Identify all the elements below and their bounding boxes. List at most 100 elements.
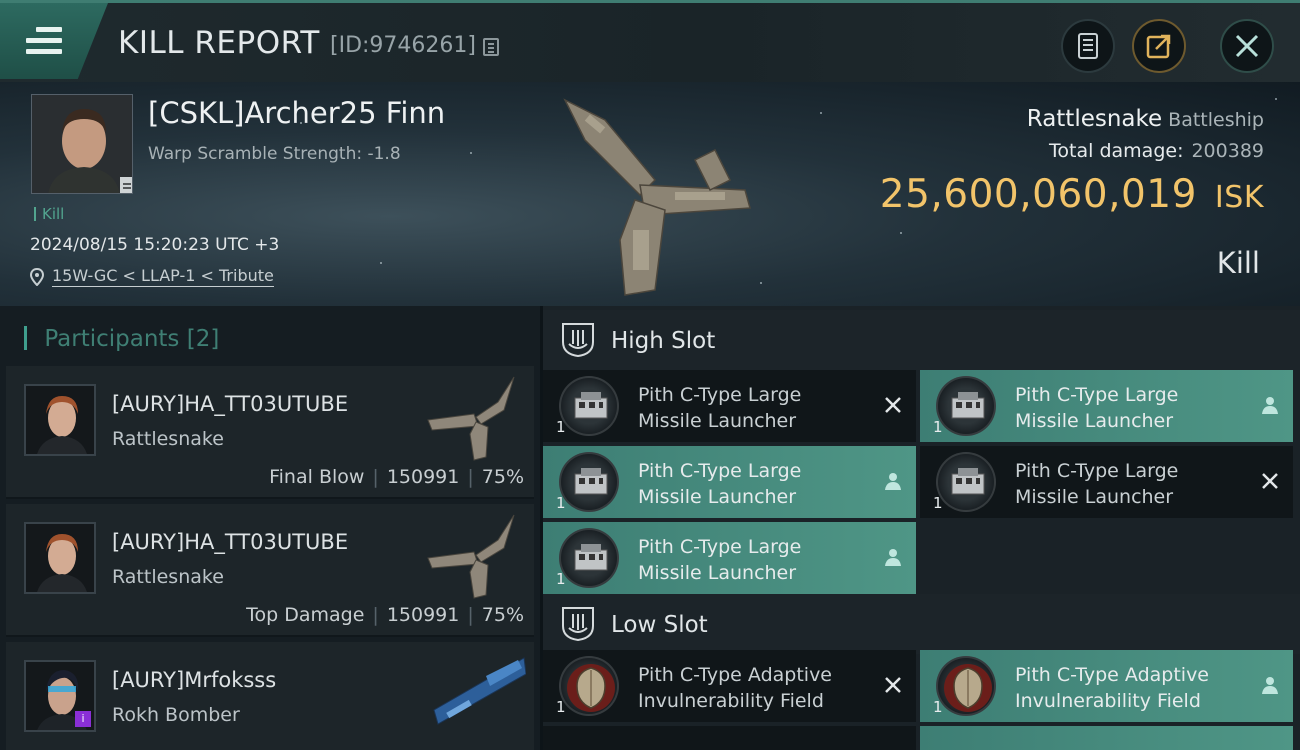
share-button[interactable] (1132, 19, 1186, 73)
isk-value: 25,600,060,019 ISK (880, 172, 1264, 217)
share-icon (1146, 34, 1171, 59)
ship-class: Battleship (1168, 109, 1264, 131)
participants-label: Participants (44, 326, 180, 352)
participants-count: [2] (186, 326, 220, 352)
launcher-icon (559, 528, 619, 588)
ship-name: Rattlesnake (1026, 106, 1163, 132)
page-title: KILL REPORT (118, 25, 320, 61)
isk-unit: ISK (1214, 180, 1264, 215)
module-item[interactable]: 1 Pith C-Type Large Missile Launcher (920, 370, 1293, 442)
location-link[interactable]: 15W-GC < LLAP-1 < Tribute (52, 266, 274, 287)
victim-portrait[interactable] (31, 94, 133, 194)
participant-damage: 150991 (386, 604, 460, 626)
victim-ship-image (563, 98, 751, 296)
module-quantity: 1 (556, 570, 566, 588)
report-id: [ID:9746261] (330, 33, 476, 58)
report-icon (1078, 33, 1098, 59)
victim-ship[interactable]: Rattlesnake Battleship (1027, 106, 1264, 132)
module-item[interactable]: 1 Pith C-Type Large Missile Launcher (543, 446, 916, 518)
module-name: Pith C-Type Large Missile Launcher (638, 384, 802, 432)
participant-ship: Rattlesnake (112, 428, 224, 450)
module-quantity: 1 (556, 494, 566, 512)
destroyed-x-icon (1262, 473, 1278, 489)
module-name: Pith C-Type Adaptive Invulnerability Fiel… (1015, 664, 1209, 712)
total-damage-label: Total damage: (1049, 140, 1184, 162)
participant-role: Final Blow (269, 466, 365, 488)
isk-amount: 25,600,060,019 (879, 172, 1197, 217)
launcher-icon (559, 376, 619, 436)
participant-avatar (24, 384, 96, 456)
fitting-panel: High Slot 1 Pith C-Type Large Missile Lau… (543, 306, 1300, 750)
close-icon (1235, 34, 1259, 58)
module-item[interactable]: 1 Pith C-Type Adaptive Invulnerability Fi… (920, 650, 1293, 722)
shield-slot-icon (562, 323, 594, 358)
participant-avatar (24, 522, 96, 594)
module-name: Pith C-Type Large Missile Launcher (638, 460, 802, 508)
dropped-person-icon (1262, 397, 1278, 414)
participant-name: [AURY]HA_TT03UTUBE (112, 392, 349, 416)
copy-icon[interactable] (483, 38, 499, 56)
module-name: Pith C-Type Adaptive Invulnerability Fiel… (638, 664, 832, 712)
participant-ship-image (427, 376, 515, 461)
participant-stats: Top Damage | 150991 | 75% (246, 604, 524, 626)
victim-name[interactable]: [CSKL]Archer25 Finn (148, 96, 445, 130)
participant-ship-image (427, 514, 515, 599)
invuln-field-icon (559, 656, 619, 716)
low-slot-title: Low Slot (611, 612, 708, 638)
participant-percent: 75% (481, 604, 524, 626)
module-quantity: 1 (933, 418, 943, 436)
participant-stats: Final Blow | 150991 | 75% (269, 466, 524, 488)
close-button[interactable] (1220, 19, 1274, 73)
launcher-icon (936, 452, 996, 512)
module-quantity: 1 (556, 418, 566, 436)
participants-panel: Participants [2] [AURY]HA_TT03UTUBE Ratt… (0, 306, 540, 750)
warp-scramble-strength: Warp Scramble Strength: -1.8 (148, 144, 401, 164)
shield-slot-icon (562, 607, 594, 642)
location-pin-icon (30, 267, 44, 286)
module-name: Pith C-Type Large Missile Launcher (1015, 460, 1179, 508)
dropped-person-icon (885, 473, 901, 490)
module-quantity: 1 (556, 698, 566, 716)
module-item[interactable]: 1 Pith C-Type Large Missile Launcher (543, 522, 916, 594)
participant-ship: Rattlesnake (112, 566, 224, 588)
destroyed-x-icon (885, 677, 901, 693)
kill-summary-panel: [CSKL]Archer25 Finn Warp Scramble Streng… (0, 82, 1300, 306)
participant-row[interactable]: i [AURY]Mrfoksss Rokh Bomber (6, 642, 534, 750)
invuln-field-icon (936, 656, 996, 716)
participant-row[interactable]: [AURY]HA_TT03UTUBE Rattlesnake Final Blo… (6, 366, 534, 499)
participant-ship: Rokh Bomber (112, 704, 240, 726)
launcher-icon (559, 452, 619, 512)
badge-icon: i (75, 711, 91, 727)
module-item-partial[interactable] (543, 726, 916, 750)
participants-header: Participants [2] (24, 326, 219, 352)
participant-avatar: i (24, 660, 96, 732)
module-item[interactable]: 1 Pith C-Type Adaptive Invulnerability Fi… (543, 650, 916, 722)
participant-role: Top Damage (246, 604, 365, 626)
module-quantity: 1 (933, 494, 943, 512)
participant-name: [AURY]Mrfoksss (112, 668, 277, 692)
participant-ship-image (433, 657, 526, 725)
dropped-person-icon (885, 549, 901, 566)
menu-button[interactable] (0, 3, 108, 79)
launcher-icon (936, 376, 996, 436)
destroyed-x-icon (885, 397, 901, 413)
module-item-partial[interactable] (920, 726, 1293, 750)
module-item[interactable]: 1 Pith C-Type Large Missile Launcher (920, 446, 1293, 518)
participant-percent: 75% (481, 466, 524, 488)
module-item[interactable]: 1 Pith C-Type Large Missile Launcher (543, 370, 916, 442)
kill-location[interactable]: 15W-GC < LLAP-1 < Tribute (30, 266, 274, 287)
high-slot-header: High Slot (543, 310, 1300, 370)
pilot-avatar-image (32, 95, 132, 193)
module-quantity: 1 (933, 698, 943, 716)
kill-result: Kill (1216, 246, 1260, 280)
low-slot-header: Low Slot (543, 594, 1300, 654)
high-slot-title: High Slot (611, 328, 716, 354)
report-button[interactable] (1061, 19, 1115, 73)
module-name: Pith C-Type Large Missile Launcher (638, 536, 802, 584)
menu-icon (26, 27, 62, 55)
participant-row[interactable]: [AURY]HA_TT03UTUBE Rattlesnake Top Damag… (6, 504, 534, 637)
total-damage-value: 200389 (1191, 140, 1264, 162)
kill-datetime: 2024/08/15 15:20:23 UTC +3 (30, 235, 280, 255)
kill-tag: Kill (34, 205, 64, 223)
participant-name: [AURY]HA_TT03UTUBE (112, 530, 349, 554)
